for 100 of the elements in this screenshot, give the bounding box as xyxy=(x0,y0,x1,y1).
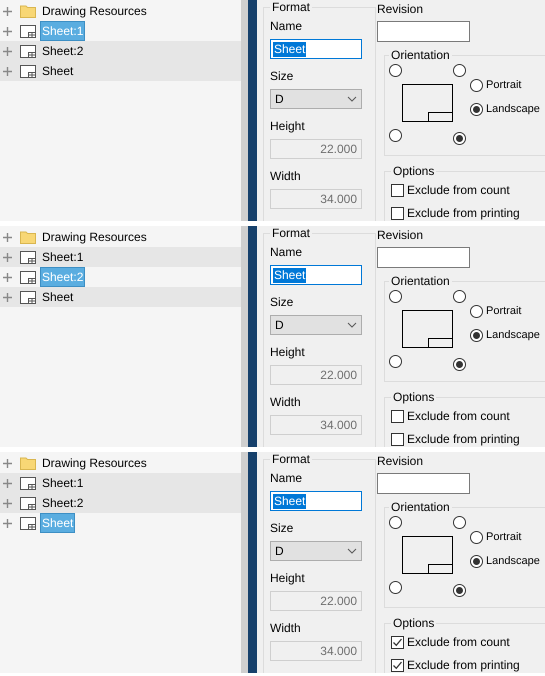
chevron-down-icon xyxy=(347,548,357,554)
field-label: Revision xyxy=(377,454,424,468)
folder-icon xyxy=(20,230,36,244)
group-label: Options xyxy=(392,164,436,178)
field-label: Width xyxy=(270,395,302,409)
expand-icon[interactable] xyxy=(3,272,12,282)
sheet-icon xyxy=(20,44,36,58)
field-label: Size xyxy=(270,295,294,309)
chevron-down-icon xyxy=(347,96,357,102)
field-label: Height xyxy=(270,345,306,359)
sheet-icon xyxy=(20,250,36,264)
sheet-icon xyxy=(20,290,36,304)
size-dropdown[interactable]: D xyxy=(270,89,362,109)
folder-icon xyxy=(20,4,36,18)
size-dropdown[interactable]: D xyxy=(270,541,362,561)
field-label: Name xyxy=(270,19,304,33)
radio-label: Portrait xyxy=(486,304,522,318)
chevron-down-icon xyxy=(347,322,357,328)
tree-item[interactable]: Sheet:2 xyxy=(0,493,241,513)
tree-item[interactable]: Sheet:1 xyxy=(0,247,241,267)
tree-item[interactable]: Drawing Resources xyxy=(0,453,241,473)
revision-field[interactable] xyxy=(377,473,470,494)
radio-label: Portrait xyxy=(486,78,522,92)
expand-icon[interactable] xyxy=(3,26,12,36)
radio-button[interactable] xyxy=(470,304,483,318)
radio-button[interactable] xyxy=(470,530,483,544)
radio-label: Landscape xyxy=(486,328,540,342)
checkbox[interactable] xyxy=(391,184,404,196)
field-label: Height xyxy=(270,119,306,133)
checkbox-label: Exclude from printing xyxy=(407,658,520,672)
radio-button[interactable] xyxy=(453,358,466,371)
radio-button[interactable] xyxy=(389,290,402,303)
radio-button[interactable] xyxy=(453,584,466,597)
group-label: Options xyxy=(392,616,436,630)
name-field[interactable]: Sheet xyxy=(270,265,362,285)
expand-icon[interactable] xyxy=(3,6,12,16)
radio-label: Landscape xyxy=(486,102,540,116)
sheet-icon xyxy=(20,270,36,284)
checkbox[interactable] xyxy=(391,658,404,672)
radio-button[interactable] xyxy=(453,64,466,77)
radio-label: Portrait xyxy=(486,530,522,544)
sheet-icon xyxy=(20,516,36,530)
sheet-icon xyxy=(20,496,36,510)
radio-button[interactable] xyxy=(470,328,483,342)
radio-button[interactable] xyxy=(453,516,466,529)
page-layout-icon xyxy=(402,536,453,574)
expand-icon[interactable] xyxy=(3,292,12,302)
tree-item[interactable]: Drawing Resources xyxy=(0,1,241,21)
radio-button[interactable] xyxy=(470,554,483,568)
folder-icon xyxy=(20,456,36,470)
field-label: Size xyxy=(270,69,294,83)
radio-button[interactable] xyxy=(389,581,402,594)
expand-icon[interactable] xyxy=(3,46,12,56)
expand-icon[interactable] xyxy=(3,498,12,508)
checkbox-label: Exclude from printing xyxy=(407,206,520,220)
revision-field[interactable] xyxy=(377,21,470,42)
radio-button[interactable] xyxy=(453,290,466,303)
radio-button[interactable] xyxy=(389,516,402,529)
radio-button[interactable] xyxy=(470,78,483,92)
radio-button[interactable] xyxy=(453,132,466,145)
page-layout-icon xyxy=(402,310,453,348)
checkbox[interactable] xyxy=(391,410,404,422)
expand-icon[interactable] xyxy=(3,232,12,242)
field-label: Name xyxy=(270,245,304,259)
field-label: Height xyxy=(270,571,306,585)
expand-icon[interactable] xyxy=(3,252,12,262)
sheet-icon xyxy=(20,476,36,490)
name-field[interactable]: Sheet xyxy=(270,491,362,511)
group-label: Options xyxy=(392,390,436,404)
expand-icon[interactable] xyxy=(3,518,12,528)
checkbox-label: Exclude from printing xyxy=(407,432,520,446)
expand-icon[interactable] xyxy=(3,478,12,488)
expand-icon[interactable] xyxy=(3,458,12,468)
radio-button[interactable] xyxy=(389,355,402,368)
tree-item[interactable]: Sheet:2 xyxy=(0,41,241,61)
field-label: Width xyxy=(270,621,302,635)
radio-button[interactable] xyxy=(389,129,402,142)
revision-field[interactable] xyxy=(377,247,470,268)
field-label: Revision xyxy=(377,228,424,242)
tree-item[interactable]: Sheet xyxy=(0,61,241,81)
checkbox[interactable] xyxy=(391,432,404,446)
checkbox[interactable] xyxy=(391,206,404,220)
tree-item[interactable]: Sheet xyxy=(0,287,241,307)
radio-button[interactable] xyxy=(470,102,483,116)
tree-item[interactable]: Drawing Resources xyxy=(0,227,241,247)
size-dropdown[interactable]: D xyxy=(270,315,362,335)
radio-button[interactable] xyxy=(389,64,402,77)
checkbox-label: Exclude from count xyxy=(407,409,510,423)
group-label: Orientation xyxy=(390,274,451,288)
group-label: Format xyxy=(271,226,312,240)
tree-item[interactable]: Sheet:1 xyxy=(0,473,241,493)
group-label: Format xyxy=(271,452,312,466)
name-field[interactable]: Sheet xyxy=(270,39,362,59)
checkbox-label: Exclude from count xyxy=(407,635,510,649)
radio-label: Landscape xyxy=(486,554,540,568)
group-label: Orientation xyxy=(390,500,451,514)
sheet-icon xyxy=(20,64,36,78)
checkbox[interactable] xyxy=(391,636,404,648)
expand-icon[interactable] xyxy=(3,66,12,76)
group-label: Orientation xyxy=(390,48,451,62)
